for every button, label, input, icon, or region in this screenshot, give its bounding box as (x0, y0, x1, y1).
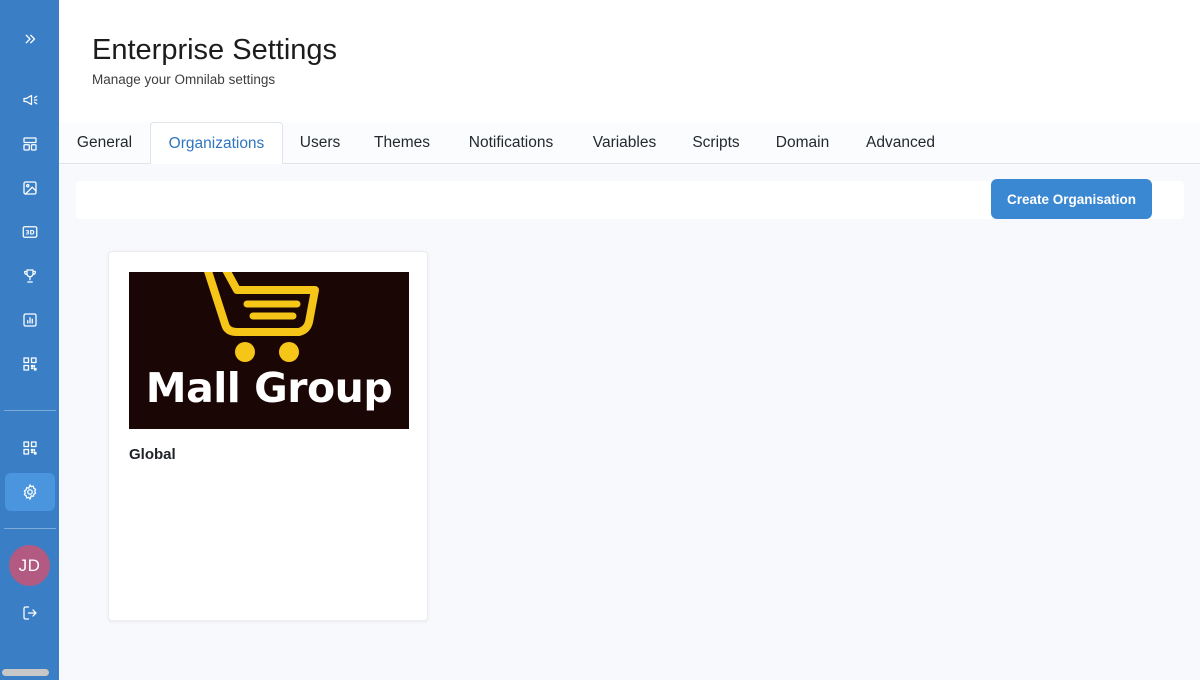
sidebar-item-campaigns[interactable] (5, 81, 55, 119)
sidebar-divider (4, 528, 56, 529)
page-subtitle: Manage your Omnilab settings (92, 72, 276, 87)
tab-advanced[interactable]: Advanced (847, 122, 954, 164)
trophy-icon (24, 269, 36, 283)
sidebar-item-3d[interactable]: 3D (5, 213, 55, 251)
tab-notifications[interactable]: Notifications (447, 122, 575, 164)
tab-scripts[interactable]: Scripts (674, 122, 758, 164)
sidebar-item-qr-manager[interactable] (5, 429, 55, 467)
qr-code-icon (23, 357, 37, 371)
tab-themes[interactable]: Themes (357, 122, 447, 164)
sidebar-divider (4, 410, 56, 411)
settings-tabs: General Organizations Users Themes Notif… (59, 122, 1200, 165)
create-organisation-button[interactable]: Create Organisation (991, 179, 1152, 219)
page-title: Enterprise Settings (92, 34, 338, 66)
3d-icon: 3D (22, 226, 38, 238)
horizontal-scrollbar[interactable] (2, 669, 49, 676)
sidebar: 3D JD (0, 0, 59, 680)
avatar[interactable]: JD (9, 545, 50, 586)
organization-logo: Mall Group (129, 272, 409, 429)
tab-users[interactable]: Users (283, 122, 357, 164)
tab-domain[interactable]: Domain (758, 122, 847, 164)
image-icon (23, 181, 37, 195)
gear-icon (23, 484, 37, 500)
sidebar-item-settings[interactable] (5, 473, 55, 511)
tab-general[interactable]: General (59, 122, 150, 164)
logout-icon (23, 606, 37, 620)
tab-variables[interactable]: Variables (575, 122, 674, 164)
chevrons-right-icon (25, 34, 36, 44)
sidebar-item-rewards[interactable] (5, 257, 55, 295)
sidebar-item-qr-codes[interactable] (5, 345, 55, 383)
organization-card[interactable]: Mall Group Global (108, 251, 428, 621)
layout-icon (23, 137, 37, 151)
qr-code-icon (23, 441, 37, 455)
sidebar-item-layouts[interactable] (5, 125, 55, 163)
organization-logo-text: Mall Group (145, 364, 393, 412)
sidebar-item-media[interactable] (5, 169, 55, 207)
expand-sidebar-button[interactable] (5, 20, 55, 58)
tab-organizations[interactable]: Organizations (150, 122, 283, 165)
megaphone-icon (23, 94, 38, 106)
organization-name: Global (129, 446, 176, 463)
svg-text:3D: 3D (25, 230, 34, 237)
logout-button[interactable] (5, 594, 55, 632)
chart-icon (23, 313, 37, 327)
sidebar-item-analytics[interactable] (5, 301, 55, 339)
